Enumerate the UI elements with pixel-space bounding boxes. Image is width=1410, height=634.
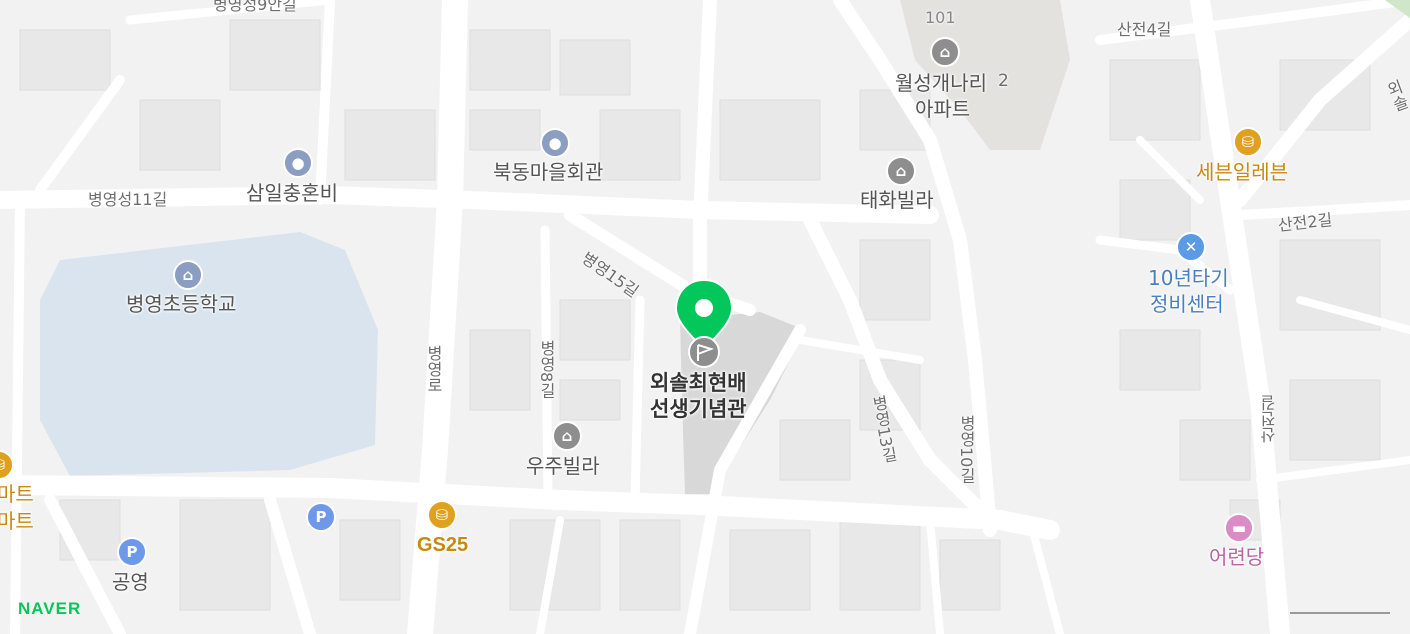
- road-label-byeongyeong10: 병영10길: [957, 415, 976, 484]
- wrench-icon[interactable]: ✕: [1176, 232, 1206, 262]
- road-label-101: 101: [925, 8, 956, 27]
- poi-samil-monument[interactable]: 삼일충혼비: [246, 183, 338, 203]
- poi-parking-label[interactable]: 공영: [112, 572, 149, 592]
- road-label-sanjeongil: 산전길: [1260, 395, 1279, 443]
- road-label-top: 병영성9안길: [213, 0, 297, 14]
- poi-wolseong-apt-line2[interactable]: 아파트: [915, 99, 970, 119]
- poi-wolseong-apt-line1[interactable]: 월성개나리: [895, 73, 987, 93]
- poi-taehwa-villa[interactable]: 태화빌라: [860, 190, 934, 210]
- parking-icon[interactable]: P: [306, 502, 336, 532]
- poi-repair-line2[interactable]: 정비센터: [1150, 294, 1224, 314]
- poi-gs25[interactable]: GS25: [417, 535, 468, 555]
- convenience-store-icon[interactable]: ⛁: [1233, 127, 1263, 157]
- map-canvas[interactable]: 병영성9안길 101 산전4길 병영성11길 병영15길 산전2길 병영로 병영…: [0, 0, 1410, 634]
- villa-icon[interactable]: ⌂: [886, 156, 916, 186]
- parking-p-label: P: [315, 508, 327, 526]
- poi-seven-eleven[interactable]: 세븐일레븐: [1196, 162, 1288, 182]
- poi-mart-2[interactable]: 마트: [0, 511, 34, 531]
- poi-uju-villa[interactable]: 우주빌라: [526, 456, 600, 476]
- apartment-icon[interactable]: ⌂: [930, 37, 960, 67]
- selected-place-label[interactable]: 외솔최현배 선생기념관: [650, 370, 747, 423]
- parking-p-label-2: P: [126, 543, 138, 561]
- road-label-byeongyeongseong11: 병영성11길: [88, 190, 168, 209]
- school-icon[interactable]: ⌂: [173, 260, 203, 290]
- monument-icon[interactable]: ●: [283, 148, 313, 178]
- poi-repair-line1[interactable]: 10년타기: [1148, 268, 1229, 288]
- poi-bukdong-hall[interactable]: 북동마을회관: [493, 162, 603, 182]
- road-label-sanjeon4: 산전4길: [1117, 20, 1172, 39]
- road-label-byeongyeongro: 병영로: [424, 345, 443, 393]
- villa-icon-2[interactable]: ⌂: [552, 421, 582, 451]
- scale-bar: [1290, 612, 1390, 614]
- parking-icon-2[interactable]: P: [117, 537, 147, 567]
- poi-eoryeondang[interactable]: 어련당: [1209, 547, 1264, 567]
- school-area: [40, 232, 378, 476]
- road-label-byeongyeong8: 병영8길: [537, 340, 556, 399]
- convenience-store-icon-2[interactable]: ⛁: [427, 500, 457, 530]
- hall-icon[interactable]: ●: [540, 128, 570, 158]
- poi-byeongyeong-school[interactable]: 병영초등학교: [126, 294, 236, 314]
- poi-wolseong-apt-num: 2: [998, 71, 1009, 91]
- naver-logo[interactable]: NAVER: [18, 599, 81, 619]
- lodging-icon[interactable]: ▬: [1224, 513, 1254, 543]
- selected-place-name-line2: 선생기념관: [650, 397, 747, 422]
- poi-mart-1[interactable]: 마트: [0, 484, 34, 504]
- selected-place-name-line1: 외솔최현배: [650, 371, 747, 395]
- map-base-layer: [0, 0, 1410, 634]
